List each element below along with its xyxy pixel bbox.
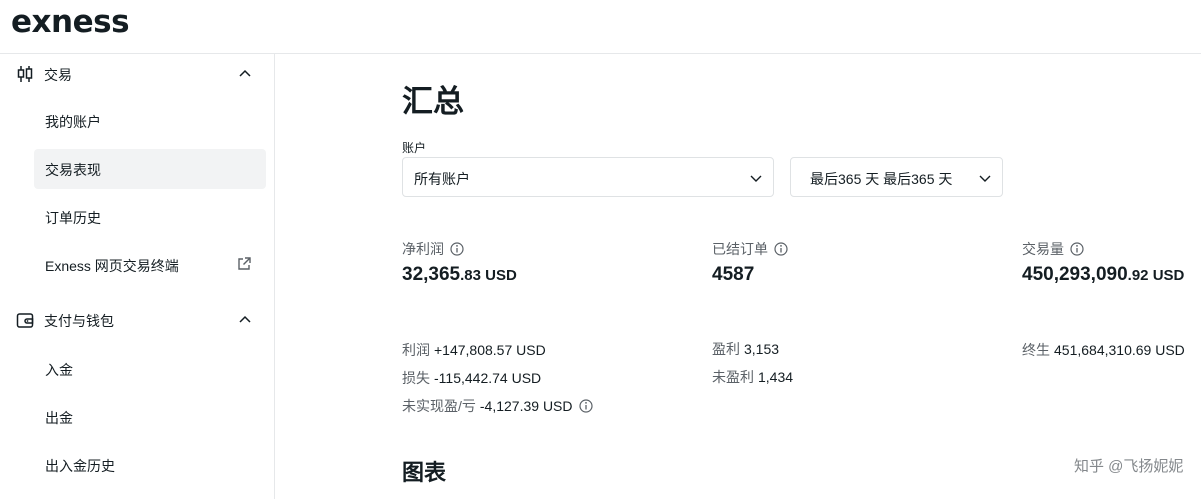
top-bar: exness <box>0 0 1201 54</box>
volume-value: 450,293,090.92 USD <box>1022 264 1184 286</box>
unrealized-detail-value: -4,127.39 USD <box>479 398 573 414</box>
exness-logo[interactable]: exness <box>11 4 130 40</box>
sidebar-item-web-terminal[interactable]: Exness 网页交易终端 <box>34 245 266 285</box>
loss-detail-label: 损失 <box>402 370 430 386</box>
chevron-up-icon <box>239 315 251 323</box>
sidebar-item-deposit[interactable]: 入金 <box>34 349 266 389</box>
net-profit-value: 32,365.83 USD <box>402 264 517 286</box>
sidebar-item-label: 订单历史 <box>45 210 101 226</box>
wallet-icon <box>16 313 34 328</box>
sidebar-item-label: Exness 网页交易终端 <box>45 258 179 274</box>
info-icon[interactable] <box>578 399 593 413</box>
period-select-value: 最后365 天 最后365 天 <box>810 171 953 187</box>
losing-orders-value: 1,434 <box>758 369 794 385</box>
period-select[interactable]: 最后365 天 最后365 天 <box>790 157 1003 197</box>
chevron-up-icon <box>239 69 251 77</box>
net-profit-value-decimal: .83 <box>460 267 481 284</box>
scrollbar[interactable] <box>1188 54 1201 499</box>
sidebar-group-payments[interactable]: 支付与钱包 <box>0 300 275 340</box>
closed-orders-title: 已结订单 <box>712 239 788 259</box>
page-title: 汇总 <box>402 84 464 119</box>
loss-detail: 损失 -115,442.74 USD <box>402 368 541 388</box>
chevron-down-icon <box>750 175 762 182</box>
unrealized-detail-label: 未实现盈/亏 <box>402 398 476 414</box>
info-icon[interactable] <box>1070 242 1084 256</box>
volume-label: 交易量 <box>1022 241 1064 257</box>
winning-orders-value: 3,153 <box>744 341 780 357</box>
chevron-down-icon <box>979 175 991 182</box>
lifetime-volume-value: 451,684,310.69 USD <box>1054 342 1185 358</box>
sidebar-item-my-accounts[interactable]: 我的账户 <box>34 101 266 141</box>
net-profit-title: 净利润 <box>402 239 464 259</box>
sidebar-item-label: 出金 <box>45 410 73 426</box>
sidebar-group-label: 交易 <box>44 67 72 83</box>
lifetime-volume-detail: 终生 451,684,310.69 USD <box>1022 340 1185 360</box>
losing-orders-detail: 未盈利 1,434 <box>712 367 793 387</box>
losing-orders-label: 未盈利 <box>712 369 754 385</box>
net-profit-value-unit: USD <box>480 267 517 284</box>
closed-orders-value: 4587 <box>712 264 755 285</box>
sidebar-item-label: 我的账户 <box>45 114 101 130</box>
volume-value-decimal: .92 <box>1127 267 1149 284</box>
sidebar: 交易 我的账户 交易表现 订单历史 Exness 网页交易终端 支付与钱包 入金 <box>0 54 275 499</box>
profit-detail-label: 利润 <box>402 342 430 358</box>
charts-section-title: 图表 <box>402 460 447 485</box>
candlestick-icon <box>17 66 33 82</box>
net-profit-label: 净利润 <box>402 241 444 257</box>
sidebar-item-order-history[interactable]: 订单历史 <box>34 197 266 237</box>
closed-orders-label: 已结订单 <box>712 241 768 257</box>
volume-value-main: 450,293,090 <box>1022 264 1128 285</box>
winning-orders-label: 盈利 <box>712 341 740 357</box>
info-icon[interactable] <box>450 242 464 256</box>
loss-detail-value: -115,442.74 USD <box>434 370 542 386</box>
sidebar-group-label: 支付与钱包 <box>44 313 114 329</box>
unrealized-detail: 未实现盈/亏 -4,127.39 USD <box>402 396 593 416</box>
external-link-icon <box>238 257 251 270</box>
volume-title: 交易量 <box>1022 239 1084 259</box>
account-select[interactable]: 所有账户 <box>402 157 774 197</box>
net-profit-value-main: 32,365 <box>402 264 461 285</box>
sidebar-item-performance[interactable]: 交易表现 <box>34 149 266 189</box>
sidebar-item-label: 出入金历史 <box>45 458 115 474</box>
sidebar-group-trading[interactable]: 交易 <box>0 54 275 94</box>
profit-detail-value: +147,808.57 USD <box>434 342 546 358</box>
sidebar-item-label: 交易表现 <box>45 162 101 178</box>
sidebar-item-withdrawal[interactable]: 出金 <box>34 397 266 437</box>
sidebar-item-transaction-history[interactable]: 出入金历史 <box>34 445 266 485</box>
profit-detail: 利润 +147,808.57 USD <box>402 340 546 360</box>
volume-value-unit: USD <box>1148 267 1185 284</box>
account-label: 账户 <box>402 141 427 155</box>
watermark: 知乎 @飞扬妮妮 <box>1074 458 1184 475</box>
sidebar-item-label: 入金 <box>45 362 73 378</box>
winning-orders-detail: 盈利 3,153 <box>712 339 779 359</box>
lifetime-volume-label: 终生 <box>1022 342 1050 358</box>
info-icon[interactable] <box>774 242 788 256</box>
account-select-value: 所有账户 <box>414 171 470 187</box>
